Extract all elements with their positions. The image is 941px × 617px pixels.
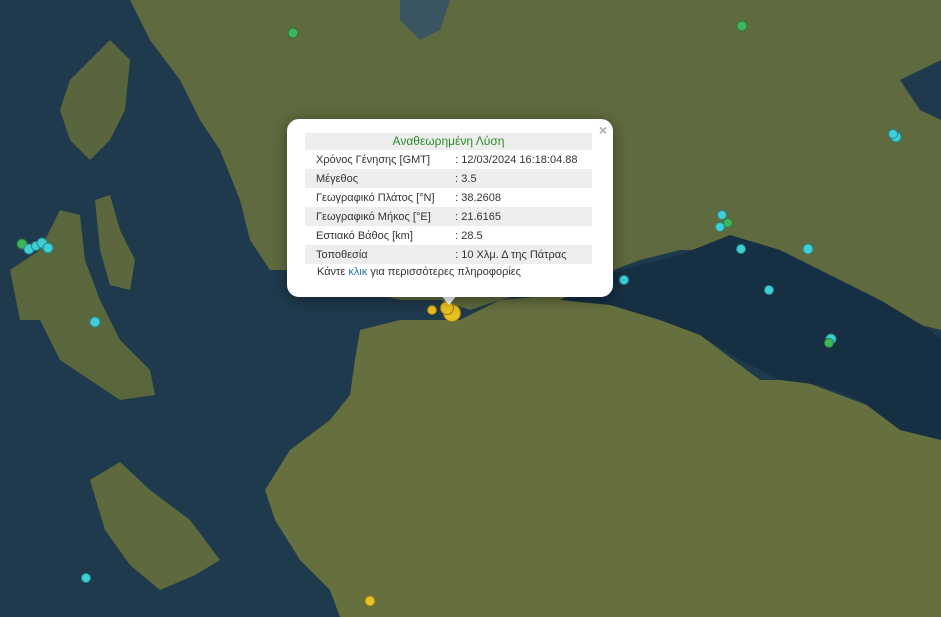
table-row: Χρόνος Γένησης [GMT] : 12/03/2024 16:18:0… (305, 150, 592, 169)
row-label: Γεωγραφικό Μήκος [°E] (305, 207, 450, 226)
row-label: Χρόνος Γένησης [GMT] (316, 153, 431, 166)
earthquake-marker[interactable] (715, 222, 725, 232)
row-value: : 10 Χλμ. Δ της Πάτρας (449, 245, 592, 264)
earthquake-marker[interactable] (89, 316, 101, 328)
row-label: Γεωγραφικό Πλάτος [°N] (316, 191, 435, 204)
earthquake-marker[interactable] (824, 338, 834, 348)
close-icon[interactable]: × (599, 122, 607, 138)
earthquake-marker[interactable] (42, 242, 54, 254)
row-value: : 21.6165 (449, 207, 592, 226)
table-row: Γεωγραφικό Μήκος [°E]: 21.6165 (305, 207, 592, 226)
more-suffix: για περισσότερες πληροφορίες (367, 266, 521, 278)
popup-title: Αναθεωρημένη Λύση (305, 133, 592, 150)
row-value: : 3.5 (449, 169, 592, 188)
table-row: Γεωγραφικό Πλάτος [°N] : 38.2608 (305, 188, 592, 207)
earthquake-marker[interactable] (802, 243, 814, 255)
satellite-basemap (0, 0, 941, 617)
earthquake-info-table: Χρόνος Γένησης [GMT] : 12/03/2024 16:18:0… (305, 150, 592, 264)
earthquake-marker[interactable] (427, 305, 437, 315)
table-row: Μέγεθος: 3.5 (305, 169, 592, 188)
more-info-link[interactable]: κλικ (348, 266, 367, 278)
earthquake-marker[interactable] (736, 244, 746, 254)
row-label: Εστιακό Βάθος [km] (316, 229, 413, 242)
earthquake-marker[interactable] (888, 129, 898, 139)
row-label: Τοποθεσία (305, 245, 450, 264)
earthquake-marker[interactable] (364, 595, 376, 607)
more-prefix: Κάντε (317, 266, 349, 278)
earthquake-marker[interactable] (619, 275, 629, 285)
row-label: Μέγεθος (305, 169, 450, 188)
table-row: Τοποθεσία: 10 Χλμ. Δ της Πάτρας (305, 245, 592, 264)
earthquake-info-popup: × Αναθεωρημένη Λύση Χρόνος Γένησης [GMT]… (287, 119, 613, 297)
earthquake-marker[interactable] (287, 27, 299, 39)
row-value: : 12/03/2024 16:18:04.88 (455, 153, 578, 166)
table-row: Εστιακό Βάθος [km] : 28.5 (305, 226, 592, 245)
more-info-text: Κάντε κλικ για περισσότερες πληροφορίες (317, 266, 521, 278)
earthquake-marker[interactable] (81, 573, 91, 583)
earthquake-marker[interactable] (736, 20, 748, 32)
map-view[interactable] (0, 0, 941, 617)
row-value: : 28.5 (455, 229, 483, 242)
earthquake-marker[interactable] (764, 285, 774, 295)
row-value: : 38.2608 (455, 191, 502, 204)
